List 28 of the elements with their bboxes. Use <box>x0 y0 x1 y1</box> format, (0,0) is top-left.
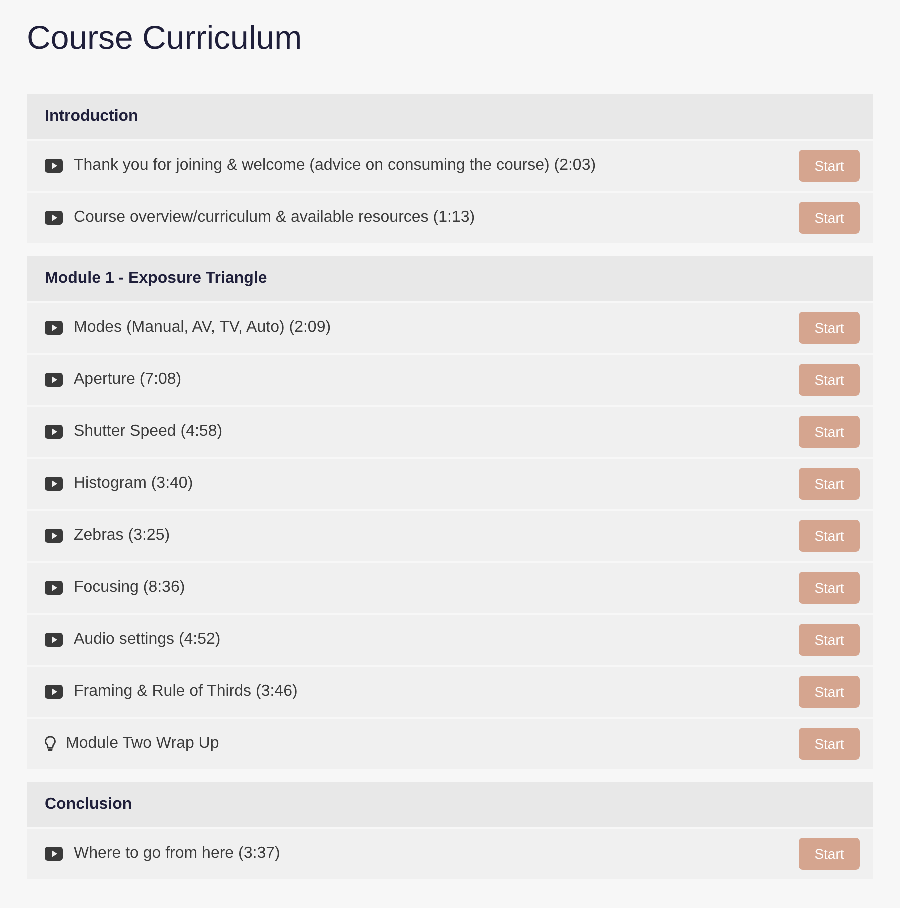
lesson-title[interactable]: Thank you for joining & welcome (advice on consuming the course) (2:03) <box>74 157 799 175</box>
play-icon <box>45 633 63 647</box>
lesson-title[interactable]: Histogram (3:40) <box>74 475 799 493</box>
play-icon <box>45 321 63 335</box>
lesson-title[interactable]: Focusing (8:36) <box>74 579 799 597</box>
section-header: Module 1 - Exposure Triangle <box>27 256 873 301</box>
section-header: Conclusion <box>27 782 873 827</box>
play-icon <box>45 159 63 173</box>
lesson-title[interactable]: Aperture (7:08) <box>74 371 799 389</box>
play-icon <box>45 685 63 699</box>
lesson-title[interactable]: Zebras (3:25) <box>74 527 799 545</box>
play-icon <box>45 529 63 543</box>
section-header: Introduction <box>27 94 873 139</box>
play-icon <box>45 847 63 861</box>
lesson-title[interactable]: Module Two Wrap Up <box>66 735 799 753</box>
lesson-title[interactable]: Shutter Speed (4:58) <box>74 423 799 441</box>
play-icon <box>45 211 63 225</box>
lesson-title[interactable]: Course overview/curriculum & available resources (1:13) <box>74 209 799 227</box>
page-title: Course Curriculum <box>27 18 304 58</box>
lightbulb-icon <box>45 736 56 752</box>
play-icon <box>45 373 63 387</box>
lesson-title[interactable]: Audio settings (4:52) <box>74 631 799 649</box>
play-icon <box>45 477 63 491</box>
play-icon <box>45 425 63 439</box>
lesson-title[interactable]: Where to go from here (3:37) <box>74 845 799 863</box>
play-icon <box>45 581 63 595</box>
lesson-title[interactable]: Framing & Rule of Thirds (3:46) <box>74 683 799 701</box>
lesson-title[interactable]: Modes (Manual, AV, TV, Auto) (2:09) <box>74 319 799 337</box>
